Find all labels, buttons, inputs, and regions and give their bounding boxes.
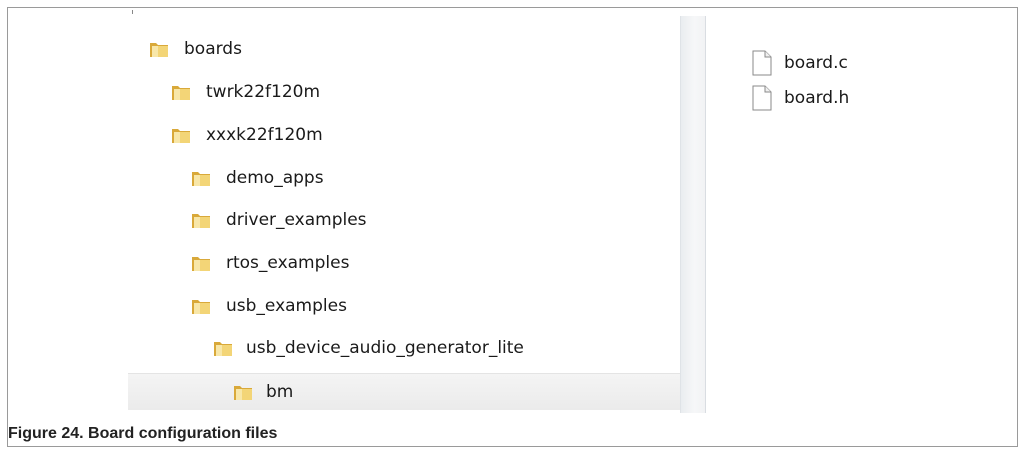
tree-item-driver-examples[interactable]: driver_examples [128, 202, 680, 238]
file-item-board-c[interactable]: board.c [752, 48, 912, 78]
folder-icon [192, 214, 210, 228]
tree-item-demo-apps[interactable]: demo_apps [128, 160, 680, 196]
tree-item-label: usb_device_audio_generator_lite [246, 338, 524, 358]
figure-caption: Figure 24. Board configuration files [8, 425, 278, 442]
tree-item-label: driver_examples [226, 210, 367, 230]
tree-item-label: bm [266, 382, 294, 402]
file-item-board-h[interactable]: board.h [752, 83, 912, 113]
tree-item-usb-examples[interactable]: usb_examples [128, 288, 680, 324]
frame-tick [132, 10, 133, 14]
tree-item-twrk22f120m[interactable]: twrk22f120m [128, 74, 680, 110]
folder-tree-pane[interactable]: boards twrk22f120m xxxk22f120m demo_apps… [128, 16, 680, 413]
tree-item-usb-device-audio-generator-lite[interactable]: usb_device_audio_generator_lite [128, 330, 680, 366]
tree-item-label: usb_examples [226, 296, 347, 316]
file-icon [752, 85, 772, 111]
file-name: board.h [784, 88, 850, 108]
tree-item-boards[interactable]: boards [128, 31, 680, 67]
folder-icon [150, 43, 168, 57]
folder-icon [214, 342, 232, 356]
folder-icon [172, 129, 190, 143]
folder-icon [172, 86, 190, 100]
tree-item-label: boards [184, 39, 242, 59]
tree-item-rtos-examples[interactable]: rtos_examples [128, 245, 680, 281]
tree-item-label: rtos_examples [226, 253, 350, 273]
explorer-screenshot: boards twrk22f120m xxxk22f120m demo_apps… [128, 16, 918, 413]
pane-splitter[interactable] [680, 16, 706, 413]
tree-item-label: xxxk22f120m [206, 125, 323, 145]
folder-icon [192, 172, 210, 186]
tree-item-bm[interactable]: bm [128, 373, 680, 410]
tree-item-label: demo_apps [226, 168, 324, 188]
file-list-pane[interactable]: board.c board.h [706, 16, 918, 413]
tree-item-label: twrk22f120m [206, 82, 321, 102]
folder-icon [192, 300, 210, 314]
file-icon [752, 50, 772, 76]
tree-item-xxxk22f120m[interactable]: xxxk22f120m [128, 117, 680, 153]
folder-icon [234, 386, 252, 400]
folder-icon [192, 257, 210, 271]
file-name: board.c [784, 53, 848, 73]
